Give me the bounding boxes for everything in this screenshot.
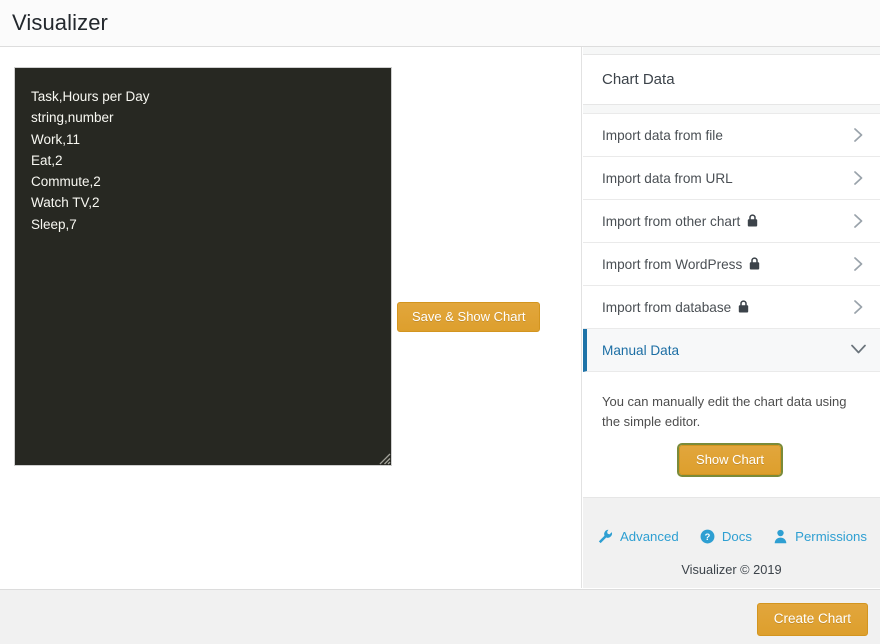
chevron-down-icon — [851, 344, 866, 355]
sidebar-item-manual-data[interactable]: Manual Data — [583, 329, 880, 372]
lock-icon — [747, 214, 758, 232]
sidebar-spacer-strip — [583, 105, 880, 114]
sidebar-panel-title: Chart Data — [583, 55, 880, 105]
sidebar-item-label: Import from database — [602, 300, 731, 315]
sidebar-item-import-from-wordpress[interactable]: Import from WordPress — [583, 243, 880, 286]
sidebar-item-import-from-other-chart[interactable]: Import from other chart — [583, 200, 880, 243]
sidebar-item-label: Import data from file — [602, 128, 723, 143]
manual-data-panel-body: You can manually edit the chart data usi… — [583, 372, 880, 498]
app-header: Visualizer — [0, 0, 880, 47]
question-circle-icon: ? — [700, 529, 715, 544]
chart-data-sidebar: Chart Data Import data from file Import … — [583, 47, 880, 588]
chevron-right-icon — [854, 171, 863, 185]
show-chart-button-wrap: Show Chart — [602, 445, 858, 475]
body-area: Save & Show Chart Chart Data Import data… — [0, 47, 880, 588]
csv-data-textarea[interactable] — [14, 67, 392, 466]
footer-link-label: Docs — [722, 529, 752, 544]
show-chart-button[interactable]: Show Chart — [679, 445, 781, 475]
footer-links: Advanced ? Docs — [583, 529, 880, 544]
visualizer-app: Visualizer Save & Show Chart — [0, 0, 880, 644]
sidebar-item-import-data-from-url[interactable]: Import data from URL — [583, 157, 880, 200]
copyright-text: Visualizer © 2019 — [583, 562, 880, 577]
footer-link-advanced[interactable]: Advanced — [598, 529, 679, 544]
footer-link-permissions[interactable]: Permissions — [773, 529, 867, 544]
sidebar-item-label: Import from other chart — [602, 214, 740, 229]
main-content-column: Save & Show Chart — [0, 47, 582, 588]
footer-link-label: Advanced — [620, 529, 679, 544]
lock-icon — [738, 300, 749, 318]
save-and-show-chart-button[interactable]: Save & Show Chart — [397, 302, 540, 332]
chevron-right-icon — [854, 257, 863, 271]
sidebar-item-label: Import data from URL — [602, 171, 733, 186]
lock-icon — [749, 257, 760, 275]
svg-text:?: ? — [705, 532, 711, 542]
user-icon — [773, 529, 788, 544]
import-source-list: Import data from file Import data from U… — [583, 114, 880, 372]
sidebar-item-import-data-from-file[interactable]: Import data from file — [583, 114, 880, 157]
page-title: Visualizer — [12, 10, 108, 36]
chevron-right-icon — [854, 300, 863, 314]
bottom-action-bar: Create Chart — [0, 589, 880, 644]
chevron-right-icon — [854, 128, 863, 142]
create-chart-button[interactable]: Create Chart — [757, 603, 868, 636]
manual-data-description: You can manually edit the chart data usi… — [602, 392, 858, 432]
sidebar-top-strip — [583, 47, 880, 55]
chevron-right-icon — [854, 214, 863, 228]
editor-wrapper — [14, 67, 392, 466]
footer-link-docs[interactable]: ? Docs — [700, 529, 752, 544]
footer-link-label: Permissions — [795, 529, 867, 544]
sidebar-item-label: Import from WordPress — [602, 257, 742, 272]
sidebar-item-label: Manual Data — [602, 343, 679, 358]
sidebar-footer: Advanced ? Docs — [583, 498, 880, 588]
sidebar-item-import-from-database[interactable]: Import from database — [583, 286, 880, 329]
wrench-icon — [598, 529, 613, 544]
